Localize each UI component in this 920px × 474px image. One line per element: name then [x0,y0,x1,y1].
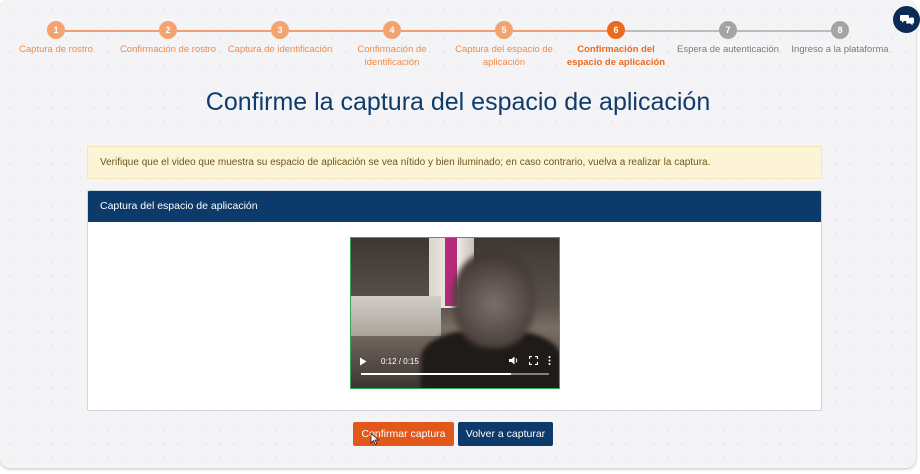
step-1: 1 Captura de rostro [0,21,116,56]
step-label: Confirmación de rostro [119,44,217,55]
step-label: Espera de autenticación [677,44,779,55]
step-4: 4 Confirmación de identificación [332,21,452,69]
video-frame-bed [351,296,441,336]
step-number: 1 [47,21,65,39]
step-label: Captura de rostro [19,44,93,55]
video-controls: 0:12 / 0:15 [359,354,551,368]
step-6: 6 Confirmación del espacio de aplicación [556,21,676,69]
confirm-capture-button[interactable]: Confirmar captura [353,422,454,446]
step-number: 3 [271,21,289,39]
step-5: 5 Captura del espacio de aplicación [444,21,564,69]
step-label: Ingreso a la plataforma [791,44,889,55]
step-number: 4 [383,21,401,39]
step-2: 2 Confirmación de rostro [108,21,228,56]
step-number: 5 [495,21,513,39]
video-progress-bar[interactable] [361,373,549,375]
video-player[interactable]: 0:12 / 0:15 [350,237,560,389]
step-number: 2 [159,21,177,39]
video-time: 0:12 / 0:15 [381,356,419,366]
more-options-icon[interactable] [548,355,551,367]
fullscreen-icon[interactable] [528,355,539,367]
app-window: 1 Captura de rostro 2 Confirmación de ro… [0,0,916,468]
instructions-alert: Verifique que el video que muestra su es… [87,146,822,179]
step-label: Confirmación de identificación [357,44,427,68]
step-7: 7 Espera de autenticación [668,21,788,56]
progress-stepper: 1 Captura de rostro 2 Confirmación de ro… [0,0,916,72]
chat-bubbles-icon [899,14,914,25]
step-8: 8 Ingreso a la plataforma [780,21,900,56]
step-number: 7 [719,21,737,39]
chat-button[interactable] [893,6,920,33]
video-progress-fill [361,373,512,375]
mouse-cursor-icon [370,433,380,445]
step-number: 8 [831,21,849,39]
video-frame-person-face [453,252,535,348]
card-header: Captura del espacio de aplicación [88,191,821,222]
step-label: Captura del espacio de aplicación [455,44,553,68]
step-label: Captura de identificación [227,44,333,55]
volume-icon[interactable] [509,356,519,367]
play-icon[interactable] [359,357,367,366]
retake-capture-button[interactable]: Volver a capturar [458,422,553,446]
step-number: 6 [607,21,625,39]
capture-card: Captura del espacio de aplicación 0:12 /… [87,190,822,411]
step-label: Confirmación del espacio de aplicación [566,44,666,68]
step-3: 3 Captura de identificación [220,21,340,56]
page-title: Confirme la captura del espacio de aplic… [205,88,711,116]
